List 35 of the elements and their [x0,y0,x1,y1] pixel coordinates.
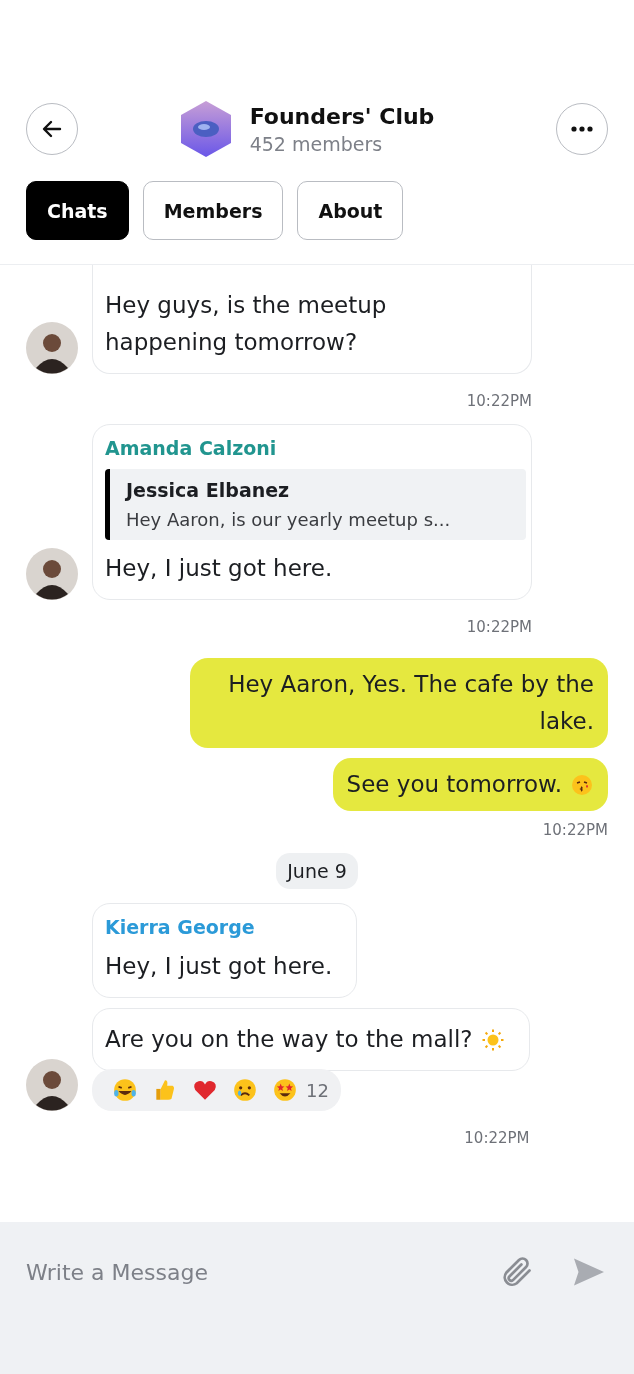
message-time: 10:22PM [466,617,532,636]
sun-icon [480,1027,505,1052]
message-text: Hey, I just got here. [105,554,333,583]
group-avatar [179,100,232,158]
more-dots-icon [571,126,593,132]
member-count: 452 members [249,132,384,155]
avatar [26,1059,78,1111]
sender-name: Kierra George [105,916,256,938]
kiss-face-icon [570,772,594,797]
message-time: 10:22PM [464,1128,530,1147]
tab[interactable]: Members [142,181,284,240]
avatar [26,322,78,374]
tab[interactable]: About [297,181,404,240]
message-time: 10:22PM [542,821,608,839]
star-eyes-face-icon [272,1077,298,1103]
avatar [26,548,78,600]
sender-name: Amanda Calzoni [105,437,278,459]
message-text: See you tomorrow. [346,770,562,799]
quote-text: Hey Aaron, is our yearly meetup s... [126,509,452,530]
message-text: Are you on the way to the mall? [105,1025,473,1054]
reaction-count: 12 [306,1079,329,1101]
crying-face-icon [232,1077,258,1103]
more-button[interactable] [556,103,608,155]
back-button[interactable] [26,103,78,155]
laughing-face-icon [112,1077,138,1103]
tab[interactable]: Chats [26,181,129,240]
message-text: Hey, I just got here. [105,952,333,981]
group-title: Founders' Club [249,103,435,129]
message-text: Hey guys, is the meetup happening tomorrow? [105,291,388,357]
reactions-bar[interactable]: 12 [92,1069,341,1111]
message-text: Hey Aaron, Yes. The cafe by the lake. [227,670,594,736]
message-input[interactable]: Write a Message [26,1254,462,1290]
message-time: 10:22PM [466,391,532,410]
date-separator: June 9 [276,853,358,889]
quote-author: Jessica Elbanez [126,479,291,501]
